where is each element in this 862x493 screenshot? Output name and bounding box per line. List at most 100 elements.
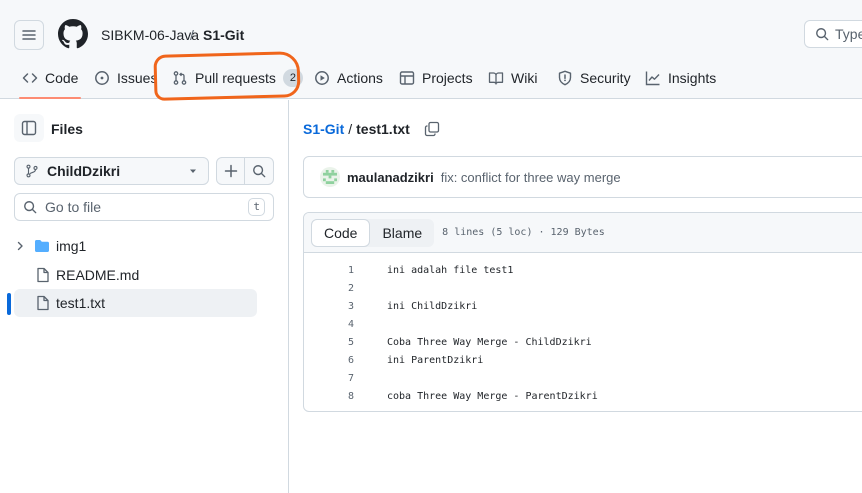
view-mode-toggle: Code Blame	[311, 218, 435, 247]
repo-nav-tabs: Code Issues Pull requests 2 Actions Proj…	[0, 60, 862, 99]
go-to-file-input[interactable]: Go to file t	[14, 193, 274, 221]
hand-drawn-highlight-annotation	[153, 51, 301, 101]
chevron-right-icon[interactable]	[14, 240, 26, 252]
line-text: coba Three Way Merge - ParentDzikri	[387, 390, 598, 402]
hamburger-icon	[22, 30, 36, 40]
tab-label: Actions	[337, 70, 383, 86]
search-icon	[253, 165, 266, 178]
breadcrumb-separator: /	[348, 121, 353, 137]
line-number[interactable]: 3	[304, 301, 354, 312]
search-files-button[interactable]	[245, 158, 273, 184]
code-line: 3 ini ChildDzikri	[304, 297, 862, 315]
github-logo-icon[interactable]	[58, 19, 88, 49]
code-line: 2	[304, 279, 862, 297]
global-search-input[interactable]: Type	[804, 20, 862, 48]
git-branch-icon	[26, 164, 38, 178]
line-number[interactable]: 5	[304, 337, 354, 348]
hamburger-menu-button[interactable]	[14, 20, 44, 50]
tab-security[interactable]: Security	[557, 60, 631, 96]
play-icon	[315, 71, 329, 85]
tree-item-label: img1	[56, 238, 87, 254]
selected-indicator	[7, 293, 11, 315]
commit-author-link[interactable]: maulanadzikri	[347, 170, 434, 185]
code-line: 4	[304, 315, 862, 333]
search-icon	[816, 28, 829, 41]
line-text: ini ParentDzikri	[387, 354, 484, 366]
top-bar: SIBKM-06-Java / S1-Git Type	[0, 0, 862, 60]
file-tree-panel: Files ChildDzikri Go to file t img1 READ…	[0, 100, 289, 493]
tree-item-file-selected[interactable]: test1.txt	[14, 289, 257, 317]
tab-label: Code	[45, 70, 79, 86]
tree-item-folder[interactable]: img1	[14, 232, 257, 260]
collapse-file-tree-button[interactable]	[14, 114, 44, 142]
tab-actions[interactable]: Actions	[314, 60, 383, 96]
breadcrumb-repo-link[interactable]: S1-Git	[303, 121, 344, 137]
code-view-button[interactable]: Code	[311, 218, 371, 247]
code-line: 8 coba Three Way Merge - ParentDzikri	[304, 387, 862, 405]
caret-down-icon	[190, 169, 196, 173]
tree-item-label: README.md	[56, 267, 140, 283]
file-icon	[37, 267, 49, 283]
repo-name-link[interactable]: S1-Git	[203, 27, 244, 43]
file-meta-info: 8 lines (5 loc) · 129 Bytes	[442, 227, 605, 238]
tree-item-file[interactable]: README.md	[14, 261, 257, 289]
tab-issues[interactable]: Issues	[94, 60, 157, 96]
folder-icon	[35, 240, 49, 252]
add-file-button[interactable]	[217, 158, 246, 184]
code-line: 7	[304, 369, 862, 387]
tab-projects[interactable]: Projects	[399, 60, 473, 96]
tab-label: Projects	[422, 70, 473, 86]
line-text: ini ChildDzikri	[387, 300, 478, 312]
blame-view-button[interactable]: Blame	[370, 219, 434, 247]
line-number[interactable]: 7	[304, 373, 354, 384]
code-icon	[22, 73, 38, 83]
files-heading: Files	[51, 121, 83, 137]
latest-commit-box: maulanadzikri fix: conflict for three wa…	[303, 156, 862, 198]
tab-insights[interactable]: Insights	[645, 60, 716, 96]
tab-label: Wiki	[511, 70, 538, 86]
search-placeholder: Type	[835, 26, 862, 42]
issue-opened-icon	[95, 71, 109, 85]
tab-label: Issues	[117, 70, 158, 86]
code-line: 1 ini adalah file test1	[304, 261, 862, 279]
tab-wiki[interactable]: Wiki	[488, 60, 537, 96]
plus-icon	[224, 164, 237, 178]
code-line: 5 Coba Three Way Merge - ChildDzikri	[304, 333, 862, 351]
tree-item-label: test1.txt	[56, 295, 106, 311]
avatar[interactable]	[320, 167, 340, 187]
branch-selector[interactable]: ChildDzikri	[14, 157, 209, 185]
tree-actions	[216, 157, 274, 185]
branch-name: ChildDzikri	[47, 163, 121, 179]
file-icon	[37, 295, 49, 311]
line-number[interactable]: 6	[304, 355, 354, 366]
breadcrumb-file-name: test1.txt	[356, 121, 410, 137]
line-number[interactable]: 1	[304, 265, 354, 276]
copy-icon	[424, 121, 439, 137]
repo-header: SIBKM-06-Java / S1-Git Type Code Issues …	[0, 0, 862, 99]
sidebar-collapse-icon	[21, 120, 37, 136]
line-number[interactable]: 2	[304, 283, 354, 294]
identicon-icon	[323, 170, 337, 184]
file-viewer-header: Code Blame 8 lines (5 loc) · 129 Bytes	[304, 213, 862, 253]
line-text: Coba Three Way Merge - ChildDzikri	[387, 336, 592, 348]
commit-message-link[interactable]: fix: conflict for three way merge	[441, 170, 621, 185]
copy-path-button[interactable]	[424, 121, 440, 137]
book-icon	[488, 72, 504, 85]
shield-icon	[558, 70, 572, 86]
go-to-file-placeholder: Go to file	[45, 199, 102, 215]
breadcrumb-separator: /	[190, 27, 194, 43]
line-number[interactable]: 4	[304, 319, 354, 330]
graph-icon	[645, 71, 660, 86]
code-line: 6 ini ParentDzikri	[304, 351, 862, 369]
table-icon	[399, 71, 415, 85]
code-content[interactable]: 1 ini adalah file test1 2 3 ini ChildDzikri 4…	[304, 253, 862, 405]
tab-label: Security	[580, 70, 631, 86]
repo-owner-link[interactable]: SIBKM-06-Java	[101, 27, 199, 43]
tab-label: Insights	[668, 70, 717, 86]
file-viewer: Code Blame 8 lines (5 loc) · 129 Bytes 1…	[303, 212, 862, 412]
line-text: ini adalah file test1	[387, 264, 514, 276]
tab-code[interactable]: Code	[18, 60, 82, 99]
search-icon	[24, 201, 37, 214]
line-number[interactable]: 8	[304, 391, 354, 402]
keyboard-shortcut-hint: t	[248, 198, 265, 216]
